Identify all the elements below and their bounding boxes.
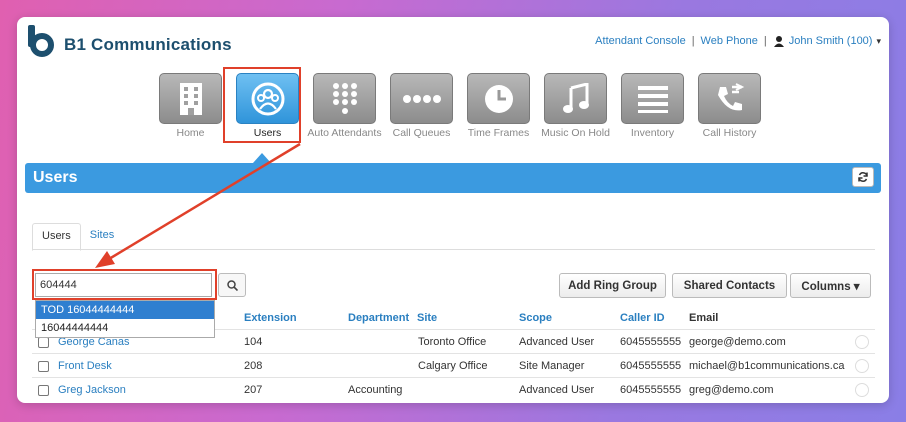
attachment-icon[interactable] [855, 383, 869, 397]
user-name: John Smith (100) [788, 35, 873, 47]
nav-label: Auto Attendants [307, 127, 382, 139]
section-header: Users [25, 163, 881, 193]
nav-label: Inventory [630, 127, 675, 139]
nav-label: Call Queues [392, 127, 451, 139]
attachment-icon[interactable] [855, 359, 869, 373]
nav-label: Time Frames [467, 127, 530, 139]
cell-email: greg@demo.com [689, 384, 774, 396]
nav-call-history[interactable]: Call History [691, 73, 768, 139]
tab-bar: Users Sites [32, 223, 123, 251]
tab-users[interactable]: Users [32, 223, 81, 251]
user-menu[interactable]: John Smith (100) ▾ [773, 35, 881, 47]
column-header-caller-id[interactable]: Caller ID [620, 312, 665, 324]
chevron-down-icon: ▾ [876, 35, 881, 46]
nav-music-on-hold[interactable]: Music On Hold [537, 73, 614, 139]
cell-email: george@demo.com [689, 336, 786, 348]
building-icon [179, 82, 202, 115]
section-title: Users [33, 169, 78, 186]
cell-caller-id: 6045555555 [620, 336, 682, 348]
nav-label: Music On Hold [541, 127, 610, 139]
cell-scope: Advanced User [519, 384, 595, 396]
cell-extension: 104 [244, 336, 263, 348]
cell-scope: Site Manager [519, 360, 585, 372]
list-icon [637, 85, 668, 113]
attendant-console-link[interactable]: Attendant Console [595, 35, 686, 47]
nav-inventory[interactable]: Inventory [614, 73, 691, 139]
cell-department: Accounting [348, 384, 403, 396]
column-header-department[interactable]: Department [348, 312, 409, 324]
row-checkbox[interactable] [38, 385, 49, 396]
autocomplete-option[interactable]: TOD 16044444444 [36, 301, 214, 319]
b1-logo-icon [26, 23, 56, 57]
search-highlight-box [32, 269, 217, 300]
brand-name: B1 Communications [64, 35, 232, 54]
refresh-icon [858, 172, 868, 182]
nav-label: Call History [702, 127, 757, 139]
main-panel: B1 Communications Attendant Console | We… [17, 17, 889, 403]
dots-icon [402, 94, 441, 103]
cell-caller-id: 6045555555 [620, 384, 682, 396]
add-ring-group-button[interactable]: Add Ring Group [559, 273, 666, 298]
top-links: Attendant Console | Web Phone | John Smi… [595, 35, 881, 47]
user-icon [773, 36, 784, 47]
search-icon [226, 279, 238, 291]
column-header-email: Email [689, 312, 719, 324]
table-row: Greg Jackson 207 Accounting Advanced Use… [32, 377, 875, 402]
brand-logo[interactable]: B1 Communications [26, 23, 232, 57]
autocomplete-dropdown: TOD 16044444444 16044444444 [35, 300, 215, 338]
user-name-link[interactable]: Greg Jackson [58, 384, 126, 396]
keypad-icon [332, 82, 357, 114]
column-header-site[interactable]: Site [417, 312, 437, 324]
clock-icon [484, 84, 513, 113]
nav-home[interactable]: Home [152, 73, 229, 139]
refresh-button[interactable] [852, 167, 874, 187]
nav-label: Home [176, 127, 205, 139]
user-name-link[interactable]: Front Desk [58, 360, 112, 372]
link-separator: | [763, 35, 767, 47]
music-icon [562, 82, 589, 113]
table-row: Front Desk 208 Calgary Office Site Manag… [32, 353, 875, 378]
link-separator: | [691, 35, 695, 47]
column-header-extension[interactable]: Extension [244, 312, 297, 324]
tab-sites[interactable]: Sites [81, 223, 123, 249]
cell-caller-id: 6045555555 [620, 360, 682, 372]
tab-divider [32, 249, 875, 250]
row-checkbox[interactable] [38, 361, 49, 372]
row-checkbox[interactable] [38, 337, 49, 348]
attachment-icon[interactable] [855, 335, 869, 349]
shared-contacts-button[interactable]: Shared Contacts [672, 273, 787, 298]
cell-extension: 208 [244, 360, 263, 372]
active-nav-caret [253, 153, 271, 163]
search-button[interactable] [218, 273, 246, 297]
column-header-scope[interactable]: Scope [519, 312, 552, 324]
columns-button[interactable]: Columns ▾ [790, 273, 871, 298]
users-highlight-box [223, 67, 301, 143]
cell-site: Calgary Office [418, 360, 488, 372]
cell-email: michael@b1communications.ca [689, 360, 845, 372]
nav-time-frames[interactable]: Time Frames [460, 73, 537, 139]
call-history-icon [717, 82, 744, 110]
cell-scope: Advanced User [519, 336, 595, 348]
web-phone-link[interactable]: Web Phone [701, 35, 758, 47]
autocomplete-option[interactable]: 16044444444 [36, 319, 214, 337]
nav-auto-attendants[interactable]: Auto Attendants [306, 73, 383, 139]
cell-extension: 207 [244, 384, 263, 396]
nav-call-queues[interactable]: Call Queues [383, 73, 460, 139]
cell-site: Toronto Office [418, 336, 487, 348]
